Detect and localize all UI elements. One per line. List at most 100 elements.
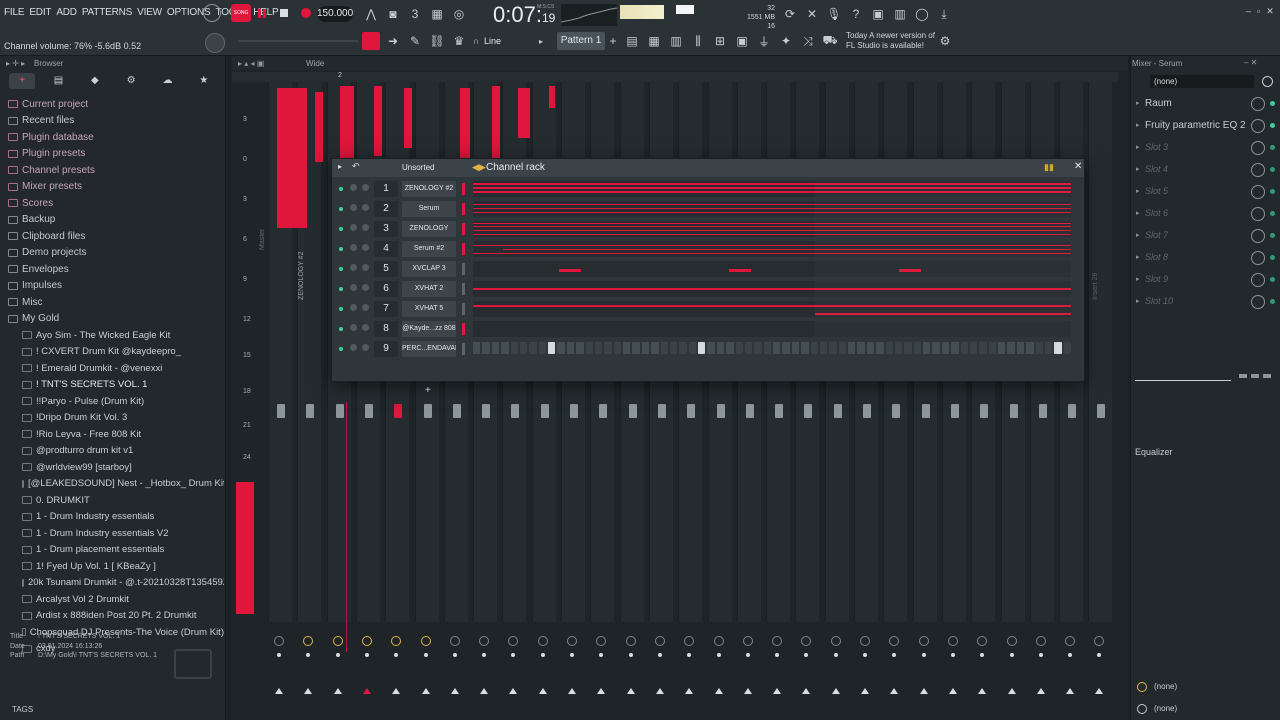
route-arrow-icon[interactable] bbox=[743, 688, 752, 694]
channel-name-button[interactable]: PERC...ENDAVAR bbox=[402, 341, 456, 357]
channel-name-button[interactable]: @Kayde...zz 808 bbox=[402, 321, 456, 337]
channel-pan-knob[interactable] bbox=[350, 344, 357, 351]
browser-tab-all[interactable]: + bbox=[9, 73, 36, 89]
send-knob[interactable] bbox=[391, 636, 402, 646]
browser-subfolder[interactable]: !Dripo Drum Kit Vol. 3 bbox=[8, 410, 224, 427]
route-dot[interactable] bbox=[277, 653, 281, 657]
send-knob[interactable] bbox=[713, 636, 724, 646]
route-dot[interactable] bbox=[628, 653, 633, 657]
effect-slot[interactable]: ▸ Fruity parametric EQ 2 bbox=[1136, 116, 1276, 138]
channel-piano-preview[interactable] bbox=[473, 201, 1071, 217]
volume-fader[interactable] bbox=[423, 404, 432, 418]
master-volume-knob[interactable] bbox=[205, 33, 225, 53]
send-knob[interactable] bbox=[684, 636, 695, 646]
send-knob[interactable] bbox=[567, 636, 577, 646]
effect-slot[interactable]: ▸ Slot 9 bbox=[1136, 270, 1276, 292]
channel-row[interactable]: 7 XVHAT 5 bbox=[332, 299, 1084, 319]
slot-arrow-icon[interactable]: ▸ bbox=[1136, 253, 1140, 261]
channel-select-indicator[interactable] bbox=[462, 243, 465, 255]
send-knob[interactable] bbox=[361, 636, 372, 646]
download-icon[interactable]: ⤓ bbox=[934, 4, 954, 24]
input-options-icon[interactable] bbox=[1262, 76, 1273, 87]
send-knob[interactable] bbox=[947, 636, 958, 646]
step-button[interactable] bbox=[660, 342, 668, 354]
browser-subfolder[interactable]: @prodturro drum kit v1 bbox=[8, 443, 224, 460]
step-button[interactable] bbox=[613, 342, 621, 354]
panel-window-controls[interactable]: – ✕ bbox=[1244, 58, 1257, 67]
step-button[interactable] bbox=[641, 342, 650, 354]
news-gear-icon[interactable]: ⚙ bbox=[935, 31, 955, 51]
slot-enable-led[interactable] bbox=[1270, 189, 1275, 194]
step-button[interactable] bbox=[932, 342, 940, 354]
route-arrow-icon[interactable] bbox=[655, 688, 664, 694]
folder-add-icon[interactable] bbox=[174, 649, 212, 679]
tools-icon[interactable]: ✕ bbox=[802, 4, 822, 24]
step-button[interactable] bbox=[791, 342, 800, 354]
volume-fader[interactable] bbox=[511, 404, 520, 418]
oscilloscope[interactable] bbox=[560, 4, 618, 26]
step-button[interactable] bbox=[848, 342, 856, 354]
step-button[interactable] bbox=[857, 342, 865, 354]
route-dot[interactable] bbox=[599, 653, 604, 657]
browser-folder[interactable]: Plugin database bbox=[8, 129, 224, 146]
channel-pan-knob[interactable] bbox=[350, 204, 357, 211]
slot-arrow-icon[interactable]: ▸ bbox=[1136, 165, 1140, 173]
route-arrow-icon[interactable] bbox=[509, 688, 518, 694]
route-dot[interactable] bbox=[540, 653, 545, 657]
step-button[interactable] bbox=[801, 342, 809, 354]
browser-subfolder[interactable]: !!Paryo - Pulse (Drum Kit) bbox=[8, 393, 224, 410]
hint-panel-icon[interactable] bbox=[203, 4, 221, 22]
step-button[interactable] bbox=[763, 342, 771, 354]
route-dot[interactable] bbox=[1068, 653, 1073, 657]
slot-arrow-icon[interactable]: ▸ bbox=[1136, 275, 1140, 283]
step-button[interactable] bbox=[1054, 342, 1062, 354]
browser-tab-cloud[interactable]: ☁ bbox=[154, 73, 180, 89]
slot-arrow-icon[interactable]: ▸ bbox=[1136, 209, 1140, 217]
channel-volume-knob[interactable] bbox=[362, 224, 369, 231]
channel-row[interactable]: 5 XVCLAP 3 bbox=[332, 259, 1084, 279]
route-dot[interactable] bbox=[892, 653, 897, 657]
route-arrow-icon[interactable] bbox=[450, 688, 459, 694]
channel-row[interactable]: 9 PERC...ENDAVAR bbox=[332, 339, 1084, 359]
eq-fader-high[interactable] bbox=[1263, 374, 1271, 378]
route-arrow-icon[interactable] bbox=[304, 688, 313, 694]
step-button[interactable] bbox=[1026, 342, 1034, 354]
route-arrow-icon[interactable] bbox=[773, 688, 782, 694]
stamp-icon[interactable]: ♛ bbox=[449, 31, 469, 51]
effect-slot[interactable]: ▸ Slot 8 bbox=[1136, 248, 1276, 270]
piano-roll-icon[interactable]: ▥ bbox=[666, 31, 686, 51]
pattern-prev-icon[interactable]: ▸ bbox=[531, 31, 551, 51]
send-knob[interactable] bbox=[420, 636, 431, 646]
channel-volume-knob[interactable] bbox=[362, 264, 369, 271]
master-pitch-slider[interactable] bbox=[238, 40, 358, 42]
channel-volume-knob[interactable] bbox=[362, 244, 369, 251]
route-dot[interactable] bbox=[775, 653, 780, 657]
browser-folder[interactable]: Plugin presets bbox=[8, 146, 224, 163]
browser-tab-plugins[interactable]: ◆ bbox=[82, 73, 108, 89]
step-button[interactable] bbox=[604, 342, 612, 354]
browser-folder[interactable]: Scores bbox=[8, 195, 224, 212]
step-button[interactable] bbox=[510, 342, 518, 354]
route-dot[interactable] bbox=[833, 653, 838, 657]
step-button[interactable] bbox=[1044, 342, 1053, 354]
menu-file[interactable]: FILE bbox=[4, 7, 25, 18]
route-arrow-icon[interactable] bbox=[1066, 688, 1075, 694]
output-route-icon[interactable] bbox=[1137, 682, 1147, 692]
effect-slot[interactable]: ▸ Slot 7 bbox=[1136, 226, 1276, 248]
browser-subfolder[interactable]: @wrldview99 [starboy] bbox=[8, 459, 224, 476]
slot-mix-knob[interactable] bbox=[1251, 251, 1265, 265]
tags-label[interactable]: TAGS bbox=[12, 705, 33, 714]
magnet-icon[interactable]: ∩ bbox=[473, 36, 479, 46]
route-arrow-icon[interactable] bbox=[538, 688, 547, 694]
channel-mixer-track[interactable]: 2 bbox=[374, 201, 398, 217]
slot-mix-knob[interactable] bbox=[1251, 185, 1265, 199]
browser-folder[interactable]: Clipboard files bbox=[8, 228, 224, 245]
send-knob[interactable] bbox=[274, 636, 284, 646]
send-knob[interactable] bbox=[1035, 636, 1046, 646]
route-dot[interactable] bbox=[950, 653, 955, 657]
microphone-icon[interactable]: 🎙 bbox=[824, 4, 844, 24]
channel-mixer-track[interactable]: 4 bbox=[374, 241, 398, 257]
route-dot[interactable] bbox=[335, 653, 340, 657]
touch-keyboard-icon[interactable]: ✦ bbox=[776, 31, 796, 51]
browser-tab-settings[interactable]: ⚙ bbox=[118, 73, 144, 89]
